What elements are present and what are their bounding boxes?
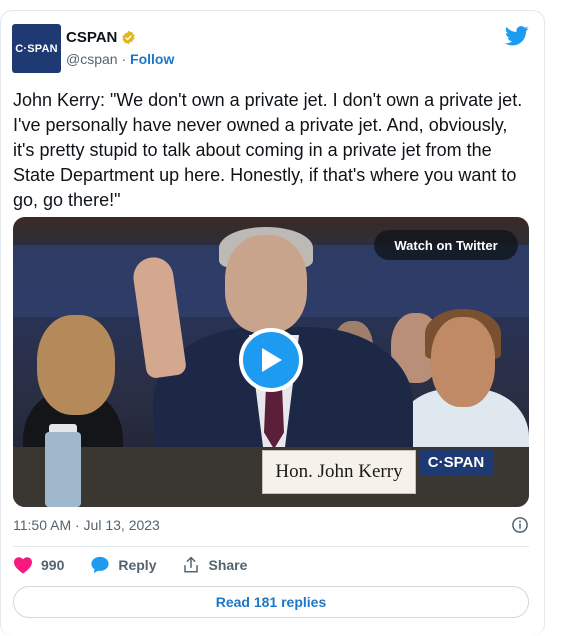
share-label: Share [208,557,248,573]
reply-button[interactable]: Reply [90,556,156,574]
info-icon[interactable] [511,516,529,534]
read-replies-button[interactable]: Read 181 replies [13,586,529,618]
handle-separator: · [117,51,131,67]
play-button[interactable] [239,328,303,392]
handle-row: @cspan · Follow [66,51,174,67]
divider [13,546,529,547]
like-button[interactable]: 990 [13,556,64,574]
reply-bubble-icon [91,556,109,574]
share-button[interactable]: Share [182,556,247,574]
author-name[interactable]: CSPAN [66,29,117,46]
tweet-text: John Kerry: "We don't own a private jet.… [13,90,528,210]
figure-left-head [37,315,115,415]
share-icon [184,556,199,573]
author-name-row: CSPAN [66,29,136,46]
heart-icon [14,557,32,574]
twitter-bird-icon[interactable] [505,26,529,46]
cspan-bug: C·SPAN [419,449,493,475]
tweet-meta: 11:50 AM · Jul 13, 2023 [13,516,529,534]
author-handle[interactable]: @cspan [66,51,118,67]
verified-badge-icon [122,30,136,45]
video-thumbnail[interactable]: Hon. John Kerry C·SPAN Watch on Twitter [13,217,529,507]
timestamp[interactable]: 11:50 AM · Jul 13, 2023 [13,517,160,533]
tweet-actions: 990 Reply Share [13,556,273,574]
nameplate: Hon. John Kerry [262,450,416,494]
reply-label: Reply [118,557,157,573]
speaker-head [225,235,307,333]
like-count: 990 [41,557,65,573]
water-bottle [45,432,81,507]
watch-on-twitter-button[interactable]: Watch on Twitter [374,230,518,260]
avatar[interactable]: C·SPAN [12,24,61,73]
figure-right-face [431,317,495,407]
play-icon [262,348,282,372]
follow-button[interactable]: Follow [130,51,174,67]
